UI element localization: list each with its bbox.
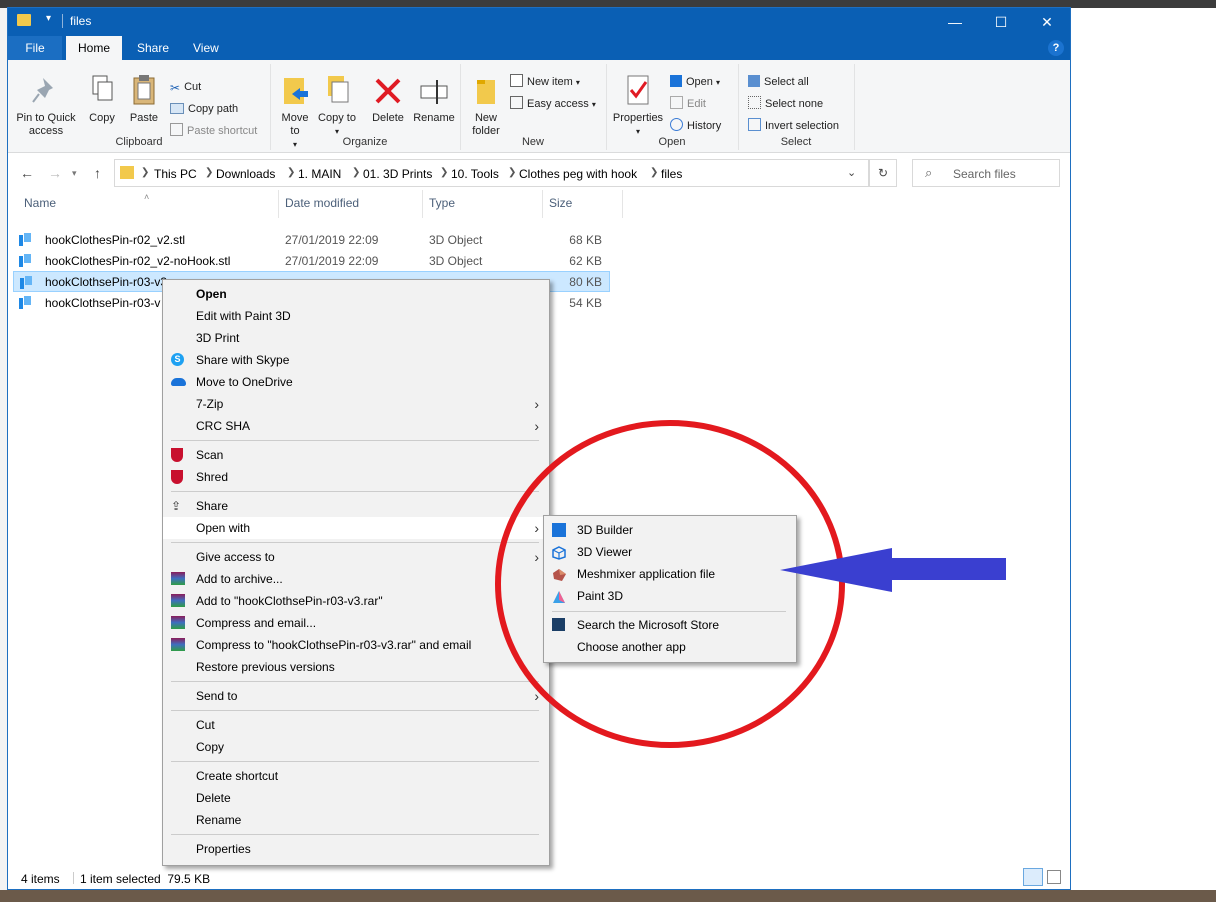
red-highlight-circle [495, 420, 845, 748]
annotation-overlay [495, 420, 1006, 748]
blue-pointer-arrow [780, 548, 1006, 592]
